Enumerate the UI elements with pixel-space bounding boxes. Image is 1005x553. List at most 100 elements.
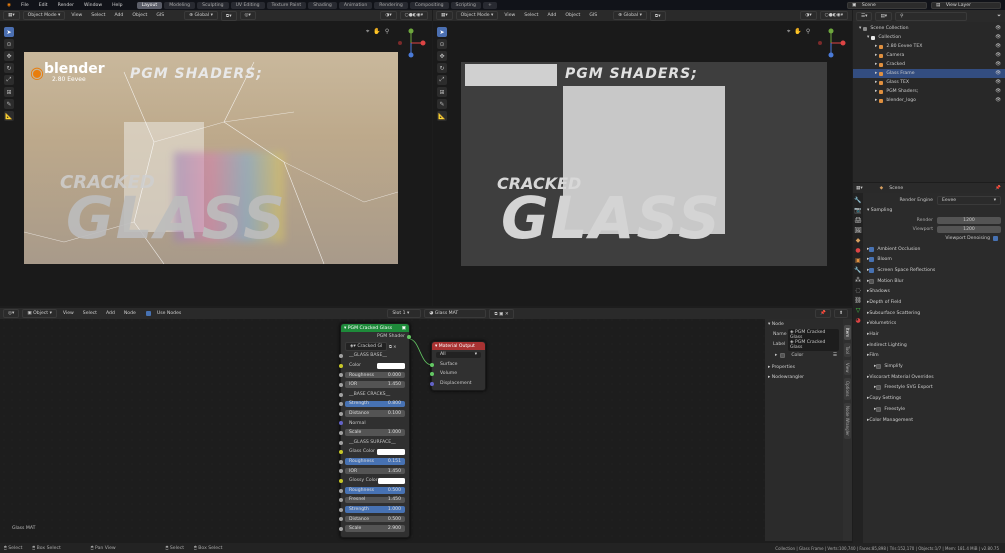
value-slider[interactable]: Roughness 0.000 (345, 371, 405, 379)
eye-icon[interactable]: 👁 (995, 89, 1001, 94)
expand-arrow-icon[interactable]: ▾ (859, 26, 861, 31)
move-tool-icon[interactable]: ✥ (4, 51, 14, 61)
menu-select[interactable]: Select (88, 13, 108, 18)
shading-buttons[interactable]: ○●◐◉▾ (399, 11, 428, 20)
eye-icon[interactable]: 👁 (995, 53, 1001, 58)
scale-tool-icon-right[interactable]: ⤢ (437, 75, 447, 85)
menu-render[interactable]: Render (54, 3, 78, 8)
tab-rendering[interactable]: Rendering (374, 1, 408, 9)
sidebar-tab-node-wrangler[interactable]: Node Wrangler (844, 402, 851, 439)
target-dropdown[interactable]: All ▾ (436, 351, 481, 359)
input-socket[interactable] (339, 421, 343, 426)
panel-enable-checkbox[interactable] (869, 267, 875, 273)
zoom-icon[interactable]: ⚲ (385, 28, 389, 36)
properties-panel-header[interactable]: ▸ Volumetrics (864, 319, 1005, 330)
input-socket[interactable] (339, 402, 343, 407)
move-tool-icon-right[interactable]: ✥ (437, 51, 447, 61)
render-samples-field[interactable]: 1200 (937, 216, 1001, 224)
select-tool-icon-right[interactable]: ➤ (437, 27, 447, 37)
zoom-icon-right[interactable]: ⚲ (806, 28, 810, 36)
input-socket[interactable] (339, 440, 343, 445)
constraints-tab-icon[interactable]: ⛓ (854, 297, 862, 304)
tab-scripting[interactable]: Scripting (450, 1, 481, 9)
properties-panel-header[interactable]: ▸ Motion Blur (864, 276, 1005, 287)
menu-add-right[interactable]: Add (544, 13, 559, 18)
color-swatch[interactable] (377, 448, 405, 455)
sidebar-tab-tool[interactable]: Tool (844, 343, 851, 357)
value-slider[interactable]: IOR 1.450 (345, 381, 405, 389)
outliner-row[interactable]: ▾ Collection 👁 (853, 33, 1005, 42)
select-tool-icon[interactable]: ➤ (4, 27, 14, 37)
menu-gis-right[interactable]: GIS (586, 13, 600, 18)
add-workspace-button[interactable]: + (482, 1, 497, 9)
nav-gizmo-right[interactable] (816, 28, 846, 58)
measure-tool-icon[interactable]: 📐 (4, 111, 14, 121)
overlay-button[interactable]: ◑▾ (380, 11, 397, 20)
outliner-type-button[interactable]: ☰▾ (856, 11, 873, 21)
eye-icon[interactable]: 👁 (995, 98, 1001, 103)
expand-arrow-icon[interactable]: ▸ (875, 71, 877, 76)
properties-panel-header[interactable]: ▸ Simplify (864, 361, 1005, 372)
render-engine-dropdown[interactable]: Eevee ▾ (937, 195, 1001, 205)
rotate-tool-icon-right[interactable]: ↻ (437, 63, 447, 73)
cursor-tool-icon[interactable]: ⊙ (4, 39, 14, 49)
node-editor[interactable]: ◎▾ ▣ Object ▾ View Select Add Node Use N… (0, 308, 852, 541)
material-tab-icon[interactable]: ◕ (855, 317, 860, 324)
properties-panel-header[interactable]: ▸ Bloom (864, 254, 1005, 265)
expand-arrow-icon[interactable]: ▾ (867, 35, 869, 40)
hand-icon-right[interactable]: ✋ (794, 28, 801, 36)
properties-panel-header[interactable]: ▸ Ambient Occlusion (864, 244, 1005, 255)
node-group-icon[interactable]: ▣ (402, 326, 406, 331)
value-slider[interactable]: Scale 1.000 (345, 429, 405, 437)
sidebar-tab-item[interactable]: Item (844, 325, 851, 341)
data-tab-icon[interactable]: ▽ (856, 307, 861, 314)
properties-panel-header[interactable]: ▸ Freestyle SVG Export (864, 383, 1005, 394)
value-slider[interactable]: Roughness 0.151 (345, 458, 405, 465)
cursor-tool-icon-right[interactable]: ⊙ (437, 39, 447, 49)
list-icon[interactable]: ☰ (833, 353, 837, 358)
annotate-tool-icon[interactable]: ✎ (4, 99, 14, 109)
physics-tab-icon[interactable]: ◌ (855, 287, 860, 294)
tab-texture-paint[interactable]: Texture Paint (266, 1, 307, 9)
expand-arrow-icon[interactable]: ▸ (875, 62, 877, 67)
expand-arrow-icon[interactable]: ▸ (875, 53, 877, 58)
tab-animation[interactable]: Animation (338, 1, 373, 9)
scene-selector[interactable]: ▣ Scene (847, 1, 927, 9)
input-socket[interactable] (339, 517, 343, 522)
expand-arrow-icon[interactable]: ▸ (875, 89, 877, 94)
tab-shading[interactable]: Shading (308, 1, 337, 9)
world-tab-icon[interactable]: ● (855, 247, 860, 254)
particles-tab-icon[interactable]: ⁂ (855, 277, 861, 284)
surface-socket[interactable] (430, 362, 434, 367)
outliner-row[interactable]: ▸ Camera 👁 (853, 51, 1005, 60)
nav-gizmo[interactable] (396, 28, 426, 58)
properties-type-icon[interactable]: ▦▾ (856, 186, 863, 191)
camera-icon[interactable]: ⌖ (366, 28, 369, 36)
render-tab-icon[interactable]: 📷 (854, 207, 861, 214)
properties-panel-header[interactable]: ▸ Screen Space Reflections (864, 265, 1005, 276)
color-expand-icon[interactable]: ▸ (775, 353, 777, 358)
shader-output-socket[interactable] (407, 335, 411, 339)
eye-icon[interactable]: 👁 (995, 26, 1001, 31)
properties-panel-header[interactable]: ▸ Copy Settings (864, 393, 1005, 404)
value-slider[interactable]: Fresnel 1.450 (345, 496, 405, 504)
tab-sculpting[interactable]: Sculpting (197, 1, 229, 9)
group-node-header[interactable]: ▾ PGM Cracked Glass ▣ (341, 324, 409, 332)
input-socket[interactable] (339, 478, 343, 483)
expand-arrow-icon[interactable]: ▸ (875, 44, 877, 49)
menu-view[interactable]: View (68, 13, 85, 18)
outliner-row[interactable]: ▾ Scene Collection 👁 (853, 24, 1005, 33)
menu-object[interactable]: Object (129, 13, 150, 18)
input-socket[interactable] (339, 430, 343, 435)
menu-file[interactable]: File (17, 3, 33, 8)
outliner-row[interactable]: ▸ Glass Frame 👁 (853, 69, 1005, 78)
panel-enable-checkbox[interactable] (876, 406, 882, 412)
pin-icon[interactable]: 📌 (995, 186, 1005, 191)
view-layer-selector[interactable]: ▤ View Layer (931, 1, 1001, 9)
eye-icon[interactable]: 👁 (995, 80, 1001, 85)
input-socket[interactable] (339, 382, 343, 387)
transform-tool-icon-right[interactable]: ⊞ (437, 87, 447, 97)
modifier-tab-icon[interactable]: 🔧 (854, 267, 861, 274)
input-socket[interactable] (339, 354, 343, 359)
properties-panel-header[interactable]: ▸ Hair (864, 329, 1005, 340)
